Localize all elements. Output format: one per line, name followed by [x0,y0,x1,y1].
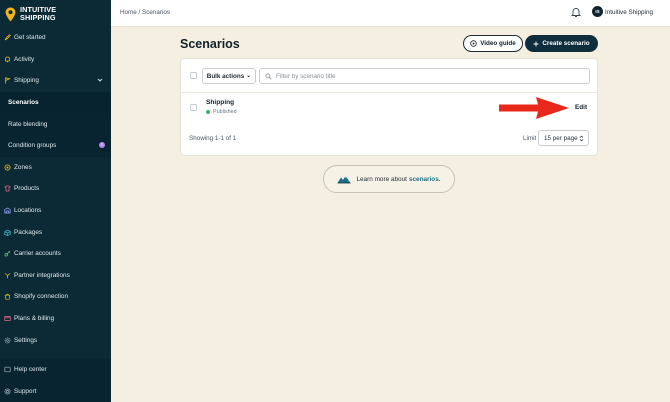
status-text: Published [213,109,237,115]
sidebar-item-label: Plans & billing [14,315,55,323]
table-toolbar: Bulk actions Filter by scenario title [181,59,597,93]
sidebar-item-label: Support [14,387,37,395]
page-title: Scenarios [180,37,240,51]
sidebar-item-label: Rate blending [8,120,48,128]
sidebar-item-label: Locations [14,207,42,215]
topbar: Home / Scenarios IS Intuitive Shipping [111,0,670,27]
sidebar-item-settings[interactable]: Settings [0,329,111,351]
card-icon [4,315,11,322]
info-badge: ! [99,141,105,148]
filter-placeholder: Filter by scenario title [276,72,336,80]
limit-select[interactable]: 15 per page [538,130,589,146]
select-updown-icon [579,135,584,142]
breadcrumb: Home / Scenarios [120,9,170,16]
sidebar-item-products[interactable]: Products [0,178,111,200]
sidebar-item-label: Condition groups [8,142,57,150]
video-guide-label: Video guide [480,40,516,47]
learn-more-banner[interactable]: Learn more about scenarios. [323,165,455,193]
brand-name: INTUITIVE SHIPPING [20,6,56,21]
breadcrumb-current: Scenarios [142,9,171,16]
learn-more-link[interactable]: scenarios. [409,176,441,183]
status-badge: Published [206,109,237,115]
logo[interactable]: INTUITIVE SHIPPING [0,0,111,28]
sidebar-item-label: Zones [14,163,32,171]
sidebar-item-label: Packages [14,228,43,236]
limit-value: 15 per page [544,134,578,142]
sidebar-item-partner-integrations[interactable]: Partner integrations [0,265,111,287]
sidebar-item-label: Activity [14,55,35,63]
sidebar-item-support[interactable]: Support [0,380,111,402]
select-all-checkbox[interactable] [190,72,197,79]
warehouse-icon [4,207,11,214]
sidebar-item-get-started[interactable]: Get started [0,27,111,49]
sidebar-item-label: Shopify connection [14,293,69,301]
sidebar-item-label: Partner integrations [14,271,70,279]
sidebar-item-label: Products [14,185,40,193]
create-scenario-label: Create scenario [542,40,590,47]
learn-more-text: Learn more about [356,175,407,183]
rocket-icon [4,34,11,41]
breadcrumb-home[interactable]: Home [120,9,137,16]
filter-input[interactable]: Filter by scenario title [259,68,590,84]
integrations-icon [4,272,11,279]
sidebar-item-label: Carrier accounts [14,250,61,258]
plus-icon [533,41,539,46]
chevron-down-icon[interactable] [97,77,103,83]
mountains-icon [337,176,351,184]
sidebar-item-shopify-connection[interactable]: Shopify connection [0,286,111,308]
bell-icon [4,56,11,63]
limit-label: Limit [523,135,537,142]
sidebar-item-activity[interactable]: Activity [0,49,111,71]
search-icon [265,73,272,80]
sidebar-item-rate-blending[interactable]: Rate blending [0,113,111,135]
sidebar-item-locations[interactable]: Locations [0,200,111,222]
sidebar-item-packages[interactable]: Packages [0,221,111,243]
caret-down-icon [247,75,251,77]
sidebar-item-label: Scenarios [8,99,39,107]
create-scenario-button[interactable]: Create scenario [525,35,598,52]
gear-icon [4,337,11,344]
sidebar-item-help-center[interactable]: Help center [0,358,111,380]
sidebar-item-label: Help center [14,365,47,373]
row-checkbox[interactable] [190,104,197,111]
video-guide-button[interactable]: Video guide [463,35,523,52]
support-icon [4,388,11,395]
sidebar-item-scenarios[interactable]: Scenarios [0,91,111,114]
edit-link[interactable]: Edit [575,104,587,111]
sidebar-item-plans-billing[interactable]: Plans & billing [0,308,111,330]
location-pin-icon [5,7,16,21]
sidebar-item-label: Get started [14,34,46,42]
flag-icon [4,77,11,84]
key-icon [4,250,11,257]
breadcrumb-separator: / [138,9,141,16]
bulk-actions-label: Bulk actions [206,72,245,80]
zones-icon [4,164,11,171]
notifications-bell-icon[interactable] [571,7,581,18]
play-circle-icon [470,40,477,47]
box-icon [4,229,11,236]
sidebar-item-shipping[interactable]: Shipping [0,70,111,92]
sidebar-item-label: Settings [14,336,38,344]
shirt-icon [4,185,11,192]
status-dot-icon [206,110,210,114]
bulk-actions-button[interactable]: Bulk actions [202,68,256,84]
shopify-icon [4,293,11,300]
help-icon [4,366,11,373]
avatar[interactable]: IS [592,6,603,17]
sidebar-item-label: Shipping [14,77,39,85]
sidebar: INTUITIVE SHIPPING Get started Activity … [0,0,111,402]
sidebar-item-zones[interactable]: Zones [0,157,111,179]
sidebar-nav: Get started Activity Shipping Scenarios … [0,27,111,351]
scenario-title[interactable]: Shipping [206,99,234,106]
pagination-summary: Showing 1-1 of 1 [189,135,237,142]
table-footer: Showing 1-1 of 1 Limit 15 per page [181,129,597,149]
sidebar-item-condition-groups[interactable]: Condition groups ! [0,134,111,157]
org-name[interactable]: Intuitive Shipping [605,9,653,16]
annotation-arrow-icon [499,97,569,119]
sidebar-footer: Help center Support [0,358,111,402]
sidebar-item-carrier-accounts[interactable]: Carrier accounts [0,243,111,265]
brand-line-2: SHIPPING [20,13,56,22]
